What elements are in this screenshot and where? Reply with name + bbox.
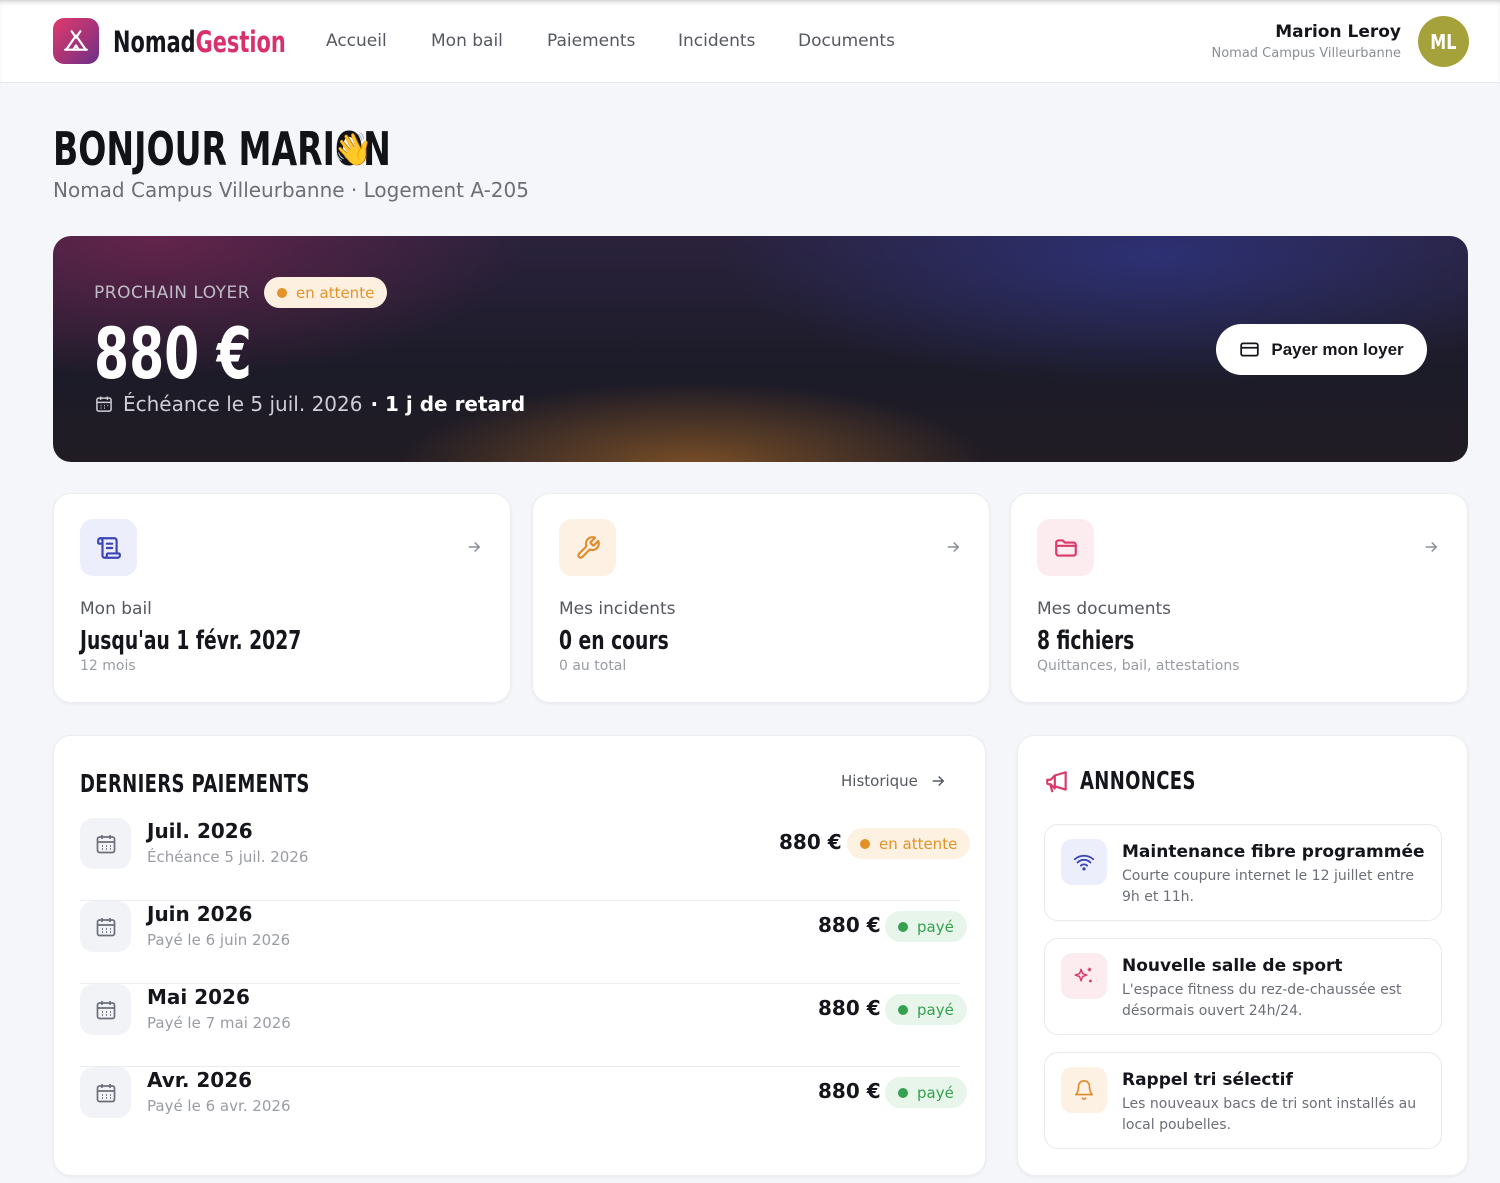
nav-paiements[interactable]: Paiements (547, 31, 635, 51)
payment-row[interactable]: Juin 2026 Payé le 6 juin 2026 880 € payé (80, 901, 967, 984)
top-navbar: NomadGestion Accueil Mon bail Paiements … (0, 0, 1500, 83)
payment-amount: 880 € (818, 1079, 881, 1103)
announcement-text: Les nouveaux bacs de tri sont installés … (1122, 1096, 1417, 1133)
late-indicator: · 1 j de retard (370, 392, 526, 416)
stat-sub: 12 mois (80, 658, 136, 674)
payment-amount: 880 € (779, 830, 842, 854)
page-title: BONJOUR MARION (53, 122, 391, 176)
stat-label: Mon bail (80, 599, 152, 619)
announcement-text: Courte coupure internet le 12 juillet en… (1122, 868, 1414, 905)
payment-amount: 880 € (818, 996, 881, 1020)
payment-month: Avr. 2026 (147, 1068, 253, 1092)
wave-emoji: 👋 (333, 130, 373, 168)
calendar-icon (80, 1067, 131, 1118)
payment-month: Juin 2026 (147, 902, 253, 926)
megaphone-icon (1046, 771, 1067, 793)
payment-date: Payé le 7 mai 2026 (147, 1014, 291, 1032)
arrow-right-icon (932, 775, 945, 787)
calendar-icon (80, 901, 131, 952)
tent-icon (64, 30, 88, 51)
wifi-icon (1061, 839, 1107, 885)
arrow-right-icon (468, 541, 481, 553)
stat-label: Mes documents (1037, 599, 1172, 619)
calendar-icon (80, 818, 131, 869)
lease-card[interactable]: Mon bail Jusqu'au 1 févr. 2027 12 mois (53, 493, 511, 703)
announcement-title: Maintenance fibre programmée (1122, 842, 1425, 862)
status-badge: payé (885, 994, 967, 1025)
stat-sub: 0 au total (559, 658, 627, 674)
recent-payments-panel: DERNIERS PAIEMENTS Historique Juil. 2026… (53, 735, 986, 1176)
wrench-icon (559, 519, 616, 576)
rent-due-date: Échéance le 5 juil. 2026 · 1 j de retard (94, 392, 525, 416)
next-rent-card: PROCHAIN LOYER en attente 880 € Échéance… (53, 236, 1468, 462)
stat-value: 8 fichiers (1037, 626, 1135, 656)
nav-documents[interactable]: Documents (798, 31, 895, 51)
payment-date: Payé le 6 avr. 2026 (147, 1097, 291, 1115)
status-badge: en attente (264, 277, 388, 308)
calendar-icon (96, 396, 112, 412)
scroll-icon (80, 519, 137, 576)
payment-amount: 880 € (818, 913, 881, 937)
status-badge: payé (885, 911, 967, 942)
pay-rent-button[interactable]: Payer mon loyer (1216, 324, 1427, 375)
payment-month: Mai 2026 (147, 985, 250, 1009)
folder-icon (1037, 519, 1094, 576)
payment-row[interactable]: Mai 2026 Payé le 7 mai 2026 880 € payé (80, 984, 967, 1067)
payment-row[interactable]: Juil. 2026 Échéance 5 juil. 2026 880 € e… (80, 818, 971, 901)
arrow-right-icon (1425, 541, 1438, 553)
payment-row[interactable]: Avr. 2026 Payé le 6 avr. 2026 880 € payé (80, 1067, 967, 1150)
brand-name[interactable]: NomadGestion (113, 26, 313, 58)
status-badge: payé (885, 1077, 967, 1108)
nav-mon-bail[interactable]: Mon bail (431, 31, 503, 51)
history-link[interactable]: Historique (841, 772, 947, 790)
payment-date: Échéance 5 juil. 2026 (147, 848, 309, 866)
nav-accueil[interactable]: Accueil (326, 31, 387, 51)
payment-date: Payé le 6 juin 2026 (147, 931, 291, 949)
stat-label: Mes incidents (559, 599, 676, 619)
app-logo[interactable] (53, 18, 99, 64)
payment-month: Juil. 2026 (147, 819, 253, 843)
incidents-card[interactable]: Mes incidents 0 en cours 0 au total (532, 493, 990, 703)
sparkles-icon (1061, 953, 1107, 999)
page-subtitle: Nomad Campus Villeurbanne · Logement A-2… (53, 178, 529, 202)
section-title: DERNIERS PAIEMENTS (80, 769, 310, 798)
documents-card[interactable]: Mes documents 8 fichiers Quittances, bai… (1010, 493, 1468, 703)
credit-card-icon (1240, 342, 1260, 357)
rent-amount: 880 € (94, 313, 252, 395)
bell-icon (1061, 1067, 1107, 1113)
next-rent-label: PROCHAIN LOYER (94, 283, 251, 303)
status-badge: en attente (847, 828, 971, 859)
stat-sub: Quittances, bail, attestations (1037, 658, 1240, 674)
calendar-icon (80, 984, 131, 1035)
stat-value: 0 en cours (559, 626, 669, 656)
section-title: ANNONCES (1080, 766, 1196, 795)
avatar[interactable]: ML (1418, 16, 1469, 67)
announcements-panel: ANNONCES Maintenance fibre programmée Co… (1017, 735, 1468, 1176)
announcement-item[interactable]: Rappel tri sélectif Les nouveaux bacs de… (1044, 1052, 1442, 1149)
announcement-text: L'espace fitness du rez-de-chaussée est … (1122, 982, 1402, 1019)
announcement-item[interactable]: Nouvelle salle de sport L'espace fitness… (1044, 938, 1442, 1035)
arrow-right-icon (947, 541, 960, 553)
user-name: Marion Leroy (1275, 22, 1401, 42)
announcement-item[interactable]: Maintenance fibre programmée Courte coup… (1044, 824, 1442, 921)
announcement-title: Nouvelle salle de sport (1122, 956, 1343, 976)
nav-incidents[interactable]: Incidents (678, 31, 755, 51)
announcement-title: Rappel tri sélectif (1122, 1070, 1293, 1090)
stat-value: Jusqu'au 1 févr. 2027 (80, 626, 302, 656)
user-residence: Nomad Campus Villeurbanne (1211, 46, 1401, 61)
